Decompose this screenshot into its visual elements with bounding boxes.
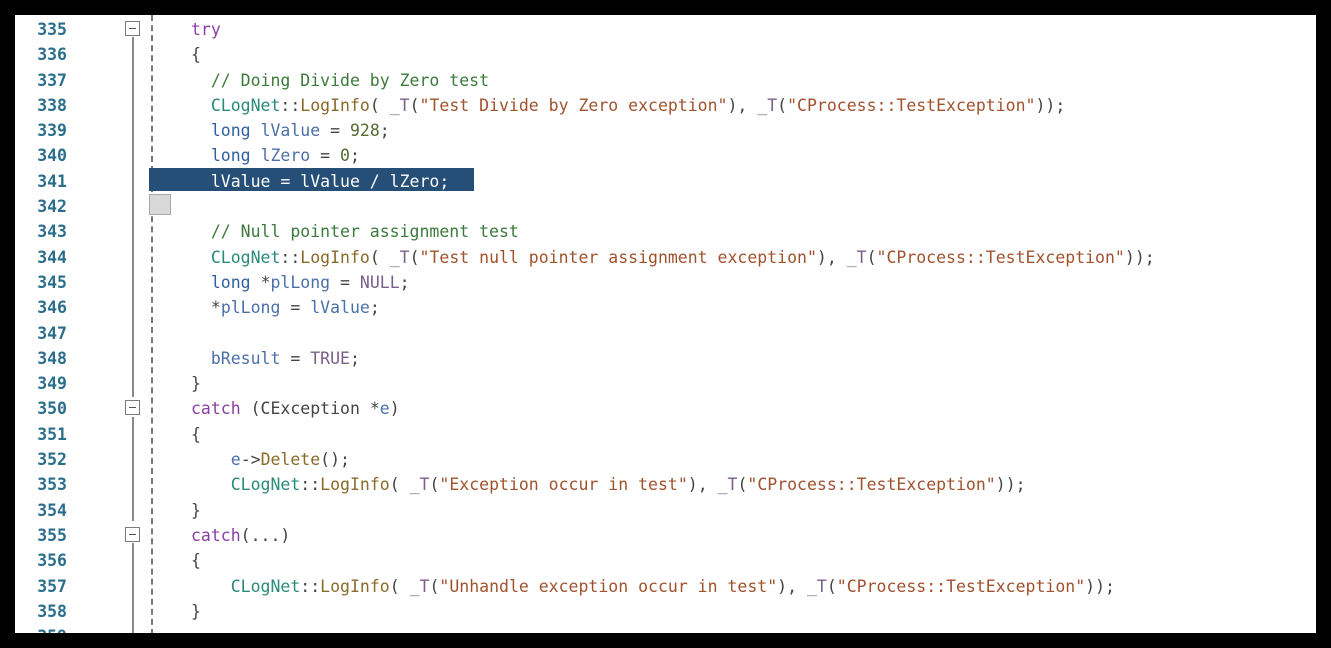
code-lines: 335 try 336 {337 // Doing Divide by Zero te… bbox=[15, 17, 1316, 633]
code-text: long *plLong = NULL; bbox=[210, 272, 410, 292]
code-text: { bbox=[191, 424, 201, 444]
code-text: bResult = TRUE; bbox=[210, 348, 360, 368]
code-line[interactable]: 341 lValue = lValue / lZero; bbox=[15, 169, 1316, 194]
code-text: CLogNet::LogInfo( _T("Test null pointer … bbox=[210, 247, 1155, 267]
line-number: 359 bbox=[15, 624, 67, 633]
line-number: 351 bbox=[37, 424, 67, 444]
line-number: 349 bbox=[37, 374, 67, 394]
code-line[interactable]: 354} bbox=[15, 498, 1316, 523]
code-text: catch(...) bbox=[191, 525, 291, 545]
line-number: 358 bbox=[37, 601, 67, 621]
code-text: } bbox=[191, 601, 201, 621]
line-number: 342 bbox=[37, 197, 67, 217]
code-line[interactable]: 351 { bbox=[15, 422, 1316, 447]
line-number: 353 bbox=[37, 475, 67, 495]
code-line[interactable]: 340 long lZero = 0; bbox=[15, 143, 1316, 168]
line-number: 340 bbox=[37, 146, 67, 166]
line-number: 350 bbox=[37, 399, 67, 419]
line-number: 355 bbox=[37, 525, 67, 545]
code-text: CLogNet::LogInfo( _T("Test Divide by Zer… bbox=[210, 95, 1066, 115]
line-number: 354 bbox=[37, 500, 67, 520]
line-number: 352 bbox=[37, 450, 67, 470]
code-line[interactable]: 353 CLogNet::LogInfo( _T("Exception occu… bbox=[15, 472, 1316, 497]
code-line[interactable]: 335 try bbox=[15, 17, 1316, 42]
code-text: CLogNet::LogInfo( _T("Exception occur in… bbox=[230, 475, 1026, 495]
code-line[interactable]: 342 bbox=[15, 194, 1316, 219]
code-line[interactable]: 357 CLogNet::LogInfo( _T("Unhandle excep… bbox=[15, 574, 1316, 599]
code-text: CLogNet::LogInfo( _T("Unhandle exception… bbox=[230, 576, 1115, 596]
line-number: 343 bbox=[37, 222, 67, 242]
code-text: catch (CException *e) bbox=[191, 399, 400, 419]
code-text: long lValue = 928; bbox=[210, 121, 390, 141]
line-number: 348 bbox=[37, 348, 67, 368]
fold-collapse-icon[interactable] bbox=[125, 400, 140, 416]
code-line[interactable]: 344 CLogNet::LogInfo( _T("Test null poin… bbox=[15, 245, 1316, 270]
code-text: } bbox=[191, 500, 201, 520]
code-text: // Doing Divide by Zero test bbox=[191, 70, 490, 90]
code-line[interactable]: 347 bbox=[15, 321, 1316, 346]
fold-collapse-icon[interactable] bbox=[125, 526, 140, 542]
code-line[interactable]: 352 e->Delete(); bbox=[15, 447, 1316, 472]
line-number: 344 bbox=[37, 247, 67, 267]
code-line[interactable]: 343 // Null pointer assignment test bbox=[15, 219, 1316, 244]
code-line[interactable]: 337 // Doing Divide by Zero test bbox=[15, 68, 1316, 93]
fold-collapse-icon[interactable] bbox=[125, 21, 140, 36]
code-text: try bbox=[191, 20, 221, 39]
code-line[interactable]: 348 bResult = TRUE; bbox=[15, 346, 1316, 371]
code-text: { bbox=[191, 551, 201, 571]
code-line[interactable]: 358} bbox=[15, 599, 1316, 624]
code-line[interactable]: 339 long lValue = 928; bbox=[15, 118, 1316, 143]
line-number: 356 bbox=[37, 551, 67, 571]
code-editor[interactable]: 335 try 336 {337 // Doing Divide by Zero te… bbox=[15, 15, 1316, 633]
code-line[interactable]: 345 long *plLong = NULL; bbox=[15, 270, 1316, 295]
code-text: e->Delete(); bbox=[230, 450, 350, 470]
line-number: 337 bbox=[37, 70, 67, 90]
line-number: 345 bbox=[37, 272, 67, 292]
line-number: 338 bbox=[37, 95, 67, 115]
code-line[interactable]: 338 CLogNet::LogInfo( _T("Test Divide by… bbox=[15, 93, 1316, 118]
code-text: } bbox=[191, 374, 201, 394]
line-number: 347 bbox=[37, 323, 67, 343]
line-number: 357 bbox=[37, 576, 67, 596]
code-text: long lZero = 0; bbox=[210, 146, 360, 166]
line-number: 341 bbox=[37, 171, 67, 191]
code-line[interactable]: 346 *plLong = lValue; bbox=[15, 295, 1316, 320]
code-line[interactable]: 355 catch(...) bbox=[15, 523, 1316, 548]
line-number: 335 bbox=[37, 20, 67, 39]
code-text: // Null pointer assignment test bbox=[191, 222, 519, 242]
line-number: 346 bbox=[37, 298, 67, 318]
code-text: *plLong = lValue; bbox=[210, 298, 380, 318]
code-line[interactable]: 350 catch (CException *e) bbox=[15, 396, 1316, 421]
code-text: lValue = lValue / lZero; bbox=[191, 171, 450, 191]
code-line[interactable]: 336 { bbox=[15, 42, 1316, 67]
code-line[interactable]: 349} bbox=[15, 371, 1316, 396]
line-number: 336 bbox=[37, 45, 67, 65]
line-number: 339 bbox=[37, 121, 67, 141]
code-text: { bbox=[191, 45, 201, 65]
code-line[interactable]: 356 { bbox=[15, 548, 1316, 573]
code-line[interactable]: 359 bbox=[15, 624, 1316, 633]
